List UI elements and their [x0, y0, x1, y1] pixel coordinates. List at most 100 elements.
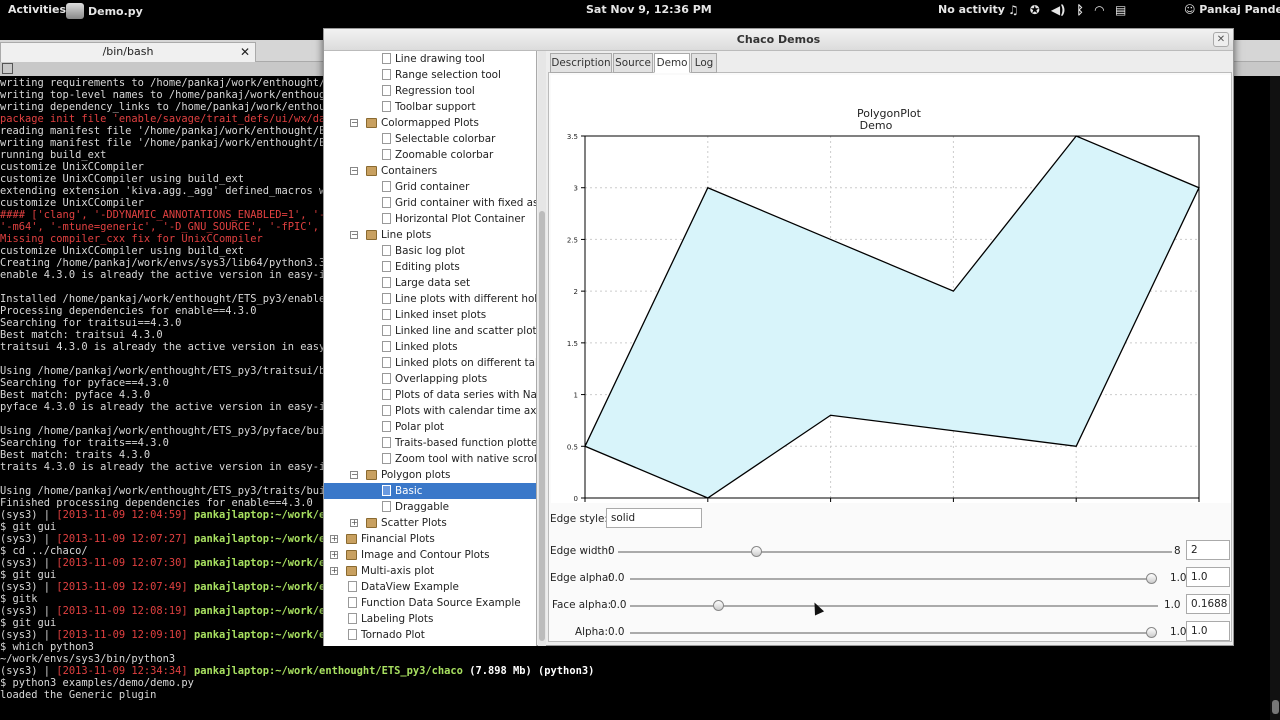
tree-scrollbar-thumb[interactable]: [539, 211, 545, 641]
wifi-icon[interactable]: ◠: [1095, 3, 1104, 17]
tab-source[interactable]: Source: [613, 53, 653, 73]
tree-item[interactable]: Linked plots: [324, 339, 536, 355]
tree-item[interactable]: Line plots with different hol...: [324, 291, 537, 307]
expand-icon[interactable]: +: [330, 551, 338, 559]
tree-item-label: Basic log plot: [395, 245, 465, 257]
tree-item[interactable]: Grid container with fixed as...: [324, 195, 536, 211]
tree-item[interactable]: + Financial Plots: [324, 531, 536, 547]
collapse-icon[interactable]: −: [350, 231, 358, 239]
tree-item[interactable]: + Multi-axis plot: [324, 563, 536, 579]
tree-item[interactable]: Toolbar support: [324, 99, 536, 115]
tree-item-label: Plots of data series with Na...: [395, 389, 537, 401]
edge-width-slider-handle[interactable]: [750, 546, 762, 557]
tree-item[interactable]: Plots of data series with Na...: [324, 387, 537, 403]
tree-item[interactable]: − Containers: [324, 163, 536, 179]
user-menu[interactable]: ☺ Pankaj Pandey: [1184, 3, 1280, 16]
clock[interactable]: Sat Nov 9, 12:36 PM: [586, 3, 712, 16]
accessibility-icon[interactable]: ✪: [1030, 3, 1040, 17]
tree-item[interactable]: Polar plot: [324, 419, 536, 435]
music-icon[interactable]: ♫: [1008, 3, 1019, 17]
tree-item[interactable]: + Scatter Plots: [324, 515, 536, 531]
tree-item[interactable]: − Colormapped Plots: [324, 115, 536, 131]
terminal-text: [2013-11-09 12:07:49]: [56, 581, 188, 593]
collapse-icon[interactable]: −: [350, 471, 358, 479]
terminal-tab-title: /bin/bash: [102, 45, 154, 58]
terminal-scrollbar-thumb[interactable]: [1272, 700, 1279, 714]
edge-width-slider-track[interactable]: [618, 551, 1172, 553]
edge-alpha-field[interactable]: 1.0: [1186, 567, 1230, 587]
document-icon: [382, 197, 391, 208]
tree-item[interactable]: Zoomable colorbar: [324, 147, 536, 163]
tree-item[interactable]: Editing plots: [324, 259, 536, 275]
tree-item[interactable]: Horizontal Plot Container: [324, 211, 536, 227]
collapse-icon[interactable]: −: [350, 119, 358, 127]
tree-item[interactable]: − Line plots: [324, 227, 536, 243]
tree-item[interactable]: − Polygon plots: [324, 467, 536, 483]
clipboard-icon[interactable]: ▤: [1115, 3, 1126, 17]
close-tab-icon[interactable]: ✕: [240, 43, 250, 61]
tree-item[interactable]: Grid container: [324, 179, 536, 195]
tree-item[interactable]: Range selection tool: [324, 67, 536, 83]
expand-icon[interactable]: +: [350, 519, 358, 527]
tree-item[interactable]: Regression tool: [324, 83, 536, 99]
tree-item[interactable]: + Image and Contour Plots: [324, 547, 536, 563]
edge-width-field[interactable]: 2: [1186, 540, 1230, 560]
status-text[interactable]: No activity: [938, 3, 1005, 16]
tree-item[interactable]: Linked line and scatter plots: [324, 323, 536, 339]
volume-icon[interactable]: ◀): [1051, 3, 1066, 17]
terminal-text: (python3): [531, 665, 595, 677]
tree-item-label: Range selection tool: [395, 69, 501, 81]
tab-description[interactable]: Description: [550, 53, 612, 73]
tree-item[interactable]: Selectable colorbar: [324, 131, 536, 147]
tree-scrollbar[interactable]: [538, 51, 546, 646]
face-alpha-field[interactable]: 0.1688: [1186, 594, 1230, 614]
alpha-field[interactable]: 1.0: [1186, 621, 1230, 641]
edge-style-field[interactable]: solid: [606, 508, 702, 528]
edge-alpha-slider-track[interactable]: [630, 578, 1152, 580]
tree-item[interactable]: Traits-based function plotter: [324, 435, 536, 451]
tree-item[interactable]: Basic: [324, 483, 536, 499]
document-icon: [382, 501, 391, 512]
tree-item[interactable]: Draggable: [324, 499, 536, 515]
alpha-slider-track[interactable]: [630, 632, 1152, 634]
edge-alpha-slider-handle[interactable]: [1146, 573, 1157, 584]
terminal-tab[interactable]: /bin/bash ✕: [0, 42, 256, 62]
tree-item-label: Line drawing tool: [395, 53, 485, 65]
bluetooth-icon[interactable]: ᛒ: [1077, 3, 1084, 17]
tree-item-label: Line plots with different hol...: [395, 293, 537, 305]
folder-icon: [366, 518, 377, 528]
terminal-text: '-m64', '-mtune=generic', '-D_GNU_SOURCE…: [0, 221, 332, 233]
expand-icon[interactable]: +: [330, 535, 338, 543]
tree-item[interactable]: Overlapping plots: [324, 371, 536, 387]
document-icon: [382, 181, 391, 192]
close-window-button[interactable]: ✕: [1213, 32, 1229, 47]
terminal-text: $ which python3: [0, 641, 94, 653]
tab-log[interactable]: Log: [691, 53, 717, 73]
tree-item[interactable]: Zoom tool with native scrol...: [324, 451, 536, 467]
expand-icon[interactable]: +: [330, 567, 338, 575]
tree-item[interactable]: Plots with calendar time axis: [324, 403, 536, 419]
app-menu[interactable]: Demo.py: [66, 3, 143, 19]
plot-area[interactable]: PolygonPlotDemo00.511.522.500.511.522.53…: [551, 75, 1231, 503]
document-icon: [382, 261, 391, 272]
tree-item[interactable]: Linked plots on different tabs: [324, 355, 536, 371]
tree-item[interactable]: Function Data Source Example: [324, 595, 536, 611]
collapse-icon[interactable]: −: [350, 167, 358, 175]
face-alpha-slider-track[interactable]: [630, 605, 1158, 607]
activities-button[interactable]: Activities: [8, 3, 66, 16]
alpha-slider-handle[interactable]: [1146, 627, 1157, 638]
window-titlebar[interactable]: Chaco Demos ✕: [324, 29, 1233, 51]
terminal-scrollbar[interactable]: [1270, 76, 1280, 720]
tab-demo[interactable]: Demo: [654, 53, 690, 73]
tree-item[interactable]: Linked inset plots: [324, 307, 536, 323]
tree-item[interactable]: Basic log plot: [324, 243, 536, 259]
terminal-text: Creating /home/pankaj/work/envs/sys3/lib…: [0, 257, 338, 269]
tree-item[interactable]: Labeling Plots: [324, 611, 536, 627]
terminal-text: Missing compiler_cxx fix for UnixCCompil…: [0, 233, 263, 245]
tree-item[interactable]: Tornado Plot: [324, 627, 536, 643]
tree-item[interactable]: DataView Example: [324, 579, 536, 595]
polygon-chart[interactable]: PolygonPlotDemo00.511.522.500.511.522.53…: [551, 75, 1231, 503]
tree-item[interactable]: Line drawing tool: [324, 51, 536, 67]
tree-item[interactable]: Large data set: [324, 275, 536, 291]
terminal-menu-icon[interactable]: [2, 63, 13, 74]
